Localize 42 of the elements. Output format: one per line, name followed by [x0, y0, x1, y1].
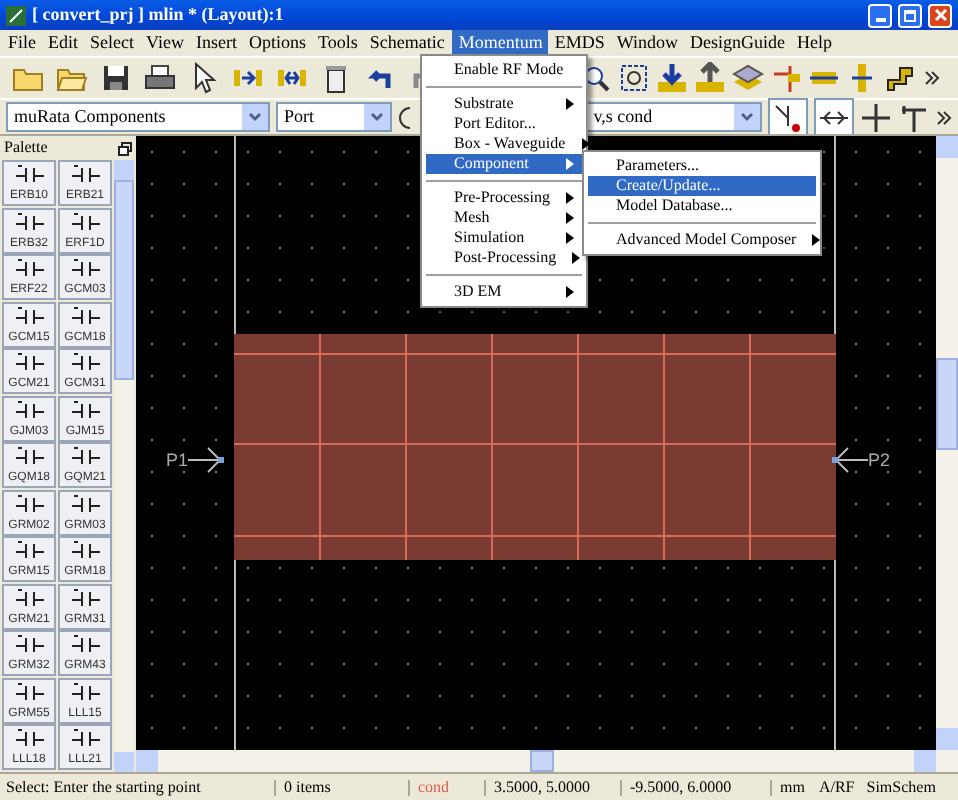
menu-item[interactable]: Enable RF Mode — [426, 60, 582, 80]
cursor-coordinates: 3.5000, 5.0000 — [486, 779, 622, 795]
port-label: P2 — [868, 451, 891, 469]
menu-bar-item[interactable]: Help — [791, 30, 839, 56]
menu-item[interactable]: Simulation — [426, 228, 582, 248]
menu-item[interactable]: Mesh — [426, 208, 582, 228]
menu-bar-item[interactable]: Momentum — [452, 30, 549, 56]
menu-item[interactable]: Create/Update... — [588, 176, 816, 196]
menu-item[interactable]: Parameters... — [588, 156, 816, 176]
menu-bar-item[interactable]: Tools — [312, 30, 364, 56]
simulator: SimSchem — [864, 779, 938, 795]
menu-item[interactable]: Pre-Processing — [426, 188, 582, 208]
menu-bar-item[interactable]: EMDS — [548, 30, 611, 56]
menu-item[interactable]: Port Editor... — [426, 114, 582, 134]
menu-bar-item[interactable]: Options — [242, 30, 312, 56]
layer-dropdown[interactable]: v,s cond — [585, 102, 762, 132]
port-label: P1 — [166, 451, 189, 469]
palette-title: Palette — [4, 140, 50, 156]
menu-bar-item[interactable]: Insert — [189, 30, 243, 56]
units: mm — [778, 779, 807, 795]
menu-bar-item[interactable]: File — [2, 30, 43, 56]
menu-bar-item[interactable]: Edit — [42, 30, 85, 56]
menu-bar-item[interactable]: Schematic — [363, 30, 451, 56]
component-dropdown[interactable]: Port — [275, 102, 393, 132]
status-prompt: Select: Enter the starting point — [0, 779, 276, 795]
offset-coordinates: -9.5000, 6.0000 — [622, 779, 772, 795]
menu-item[interactable]: Post-Processing — [426, 248, 582, 268]
menu-item[interactable]: Model Database... — [588, 196, 816, 216]
window-title: [ convert_prj ] mlin * (Layout):1 — [32, 6, 286, 24]
menu-item[interactable]: Box - Waveguide — [426, 134, 582, 154]
menu-item[interactable]: Substrate — [426, 94, 582, 114]
menu-bar-item[interactable]: Window — [610, 30, 685, 56]
menu-item[interactable]: Advanced Model Composer — [588, 230, 816, 250]
menu-bar-item[interactable]: DesignGuide — [684, 30, 792, 56]
mode: A/RF — [816, 779, 857, 795]
menu-bar-item[interactable]: Select — [84, 30, 141, 56]
menu-item[interactable]: Component — [426, 154, 582, 174]
current-layer: cond — [410, 779, 486, 795]
component-library-dropdown[interactable]: muRata Components — [6, 102, 270, 132]
item-count: 0 items — [276, 779, 410, 795]
menu-item[interactable]: 3D EM — [426, 282, 582, 302]
menu-bar-item[interactable]: View — [140, 30, 190, 56]
